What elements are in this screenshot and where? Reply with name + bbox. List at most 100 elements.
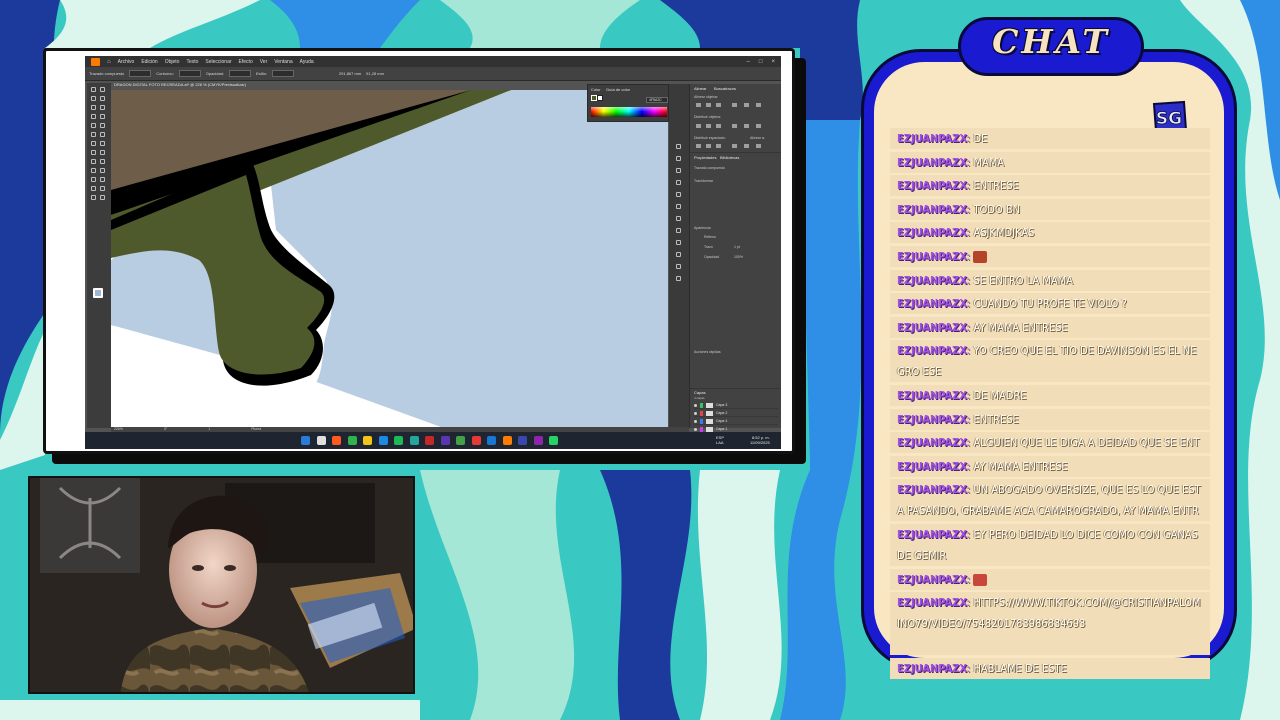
- taskbar-app-icon[interactable]: [378, 436, 388, 445]
- style-dropdown[interactable]: [271, 70, 294, 77]
- tool-icon[interactable]: [91, 87, 96, 92]
- menu-seleccionar[interactable]: Seleccionar: [205, 59, 231, 65]
- taskbar-app-icon[interactable]: [332, 436, 341, 445]
- align-option-icon[interactable]: [696, 103, 701, 107]
- taskbar-app-icon[interactable]: [316, 436, 326, 445]
- layer-row[interactable]: Capa 3: [694, 402, 778, 409]
- tool-icon[interactable]: [100, 195, 105, 200]
- align-option-icon[interactable]: [756, 103, 761, 107]
- panel-shortcut-icon[interactable]: [676, 144, 681, 149]
- taskbar-app-icon[interactable]: [409, 436, 419, 445]
- tool-icon[interactable]: [100, 150, 105, 155]
- panel-shortcut-icon[interactable]: [676, 276, 681, 281]
- artboard-number[interactable]: 1: [208, 427, 210, 431]
- tool-icon[interactable]: [100, 105, 105, 110]
- tool-icon[interactable]: [91, 114, 96, 119]
- opacity-value[interactable]: 100%: [734, 255, 743, 259]
- visibility-eye-icon[interactable]: [694, 419, 697, 423]
- panel-shortcut-icon[interactable]: [676, 204, 681, 209]
- menu-texto[interactable]: Texto: [186, 59, 198, 65]
- tool-icon[interactable]: [100, 177, 105, 182]
- align-option-icon[interactable]: [706, 144, 711, 148]
- taskbar-app-icon[interactable]: [456, 436, 465, 445]
- taskbar-app-icon[interactable]: [471, 436, 481, 445]
- tool-icon[interactable]: [91, 96, 96, 101]
- tool-icon[interactable]: [91, 186, 96, 191]
- taskbar-app-icon[interactable]: [440, 436, 450, 445]
- zoom-level[interactable]: 226%: [114, 427, 123, 431]
- panel-shortcut-icon[interactable]: [676, 156, 681, 161]
- fill-swatch[interactable]: [129, 70, 152, 77]
- align-option-icon[interactable]: [716, 103, 721, 107]
- align-option-icon[interactable]: [696, 144, 701, 148]
- maximize-icon[interactable]: □: [759, 59, 763, 65]
- align-option-icon[interactable]: [732, 124, 737, 128]
- panel-shortcut-icon[interactable]: [676, 240, 681, 245]
- menu-edicion[interactable]: Edición: [141, 59, 157, 65]
- align-option-icon[interactable]: [696, 124, 701, 128]
- align-option-icon[interactable]: [744, 103, 749, 107]
- tool-icon[interactable]: [91, 123, 96, 128]
- panel-shortcut-icon[interactable]: [676, 228, 681, 233]
- align-option-icon[interactable]: [744, 124, 749, 128]
- rotation-angle[interactable]: 0°: [164, 427, 167, 431]
- taskbar-app-icon[interactable]: [425, 436, 434, 445]
- panel-shortcut-icon[interactable]: [676, 180, 681, 185]
- visibility-eye-icon[interactable]: [694, 411, 697, 415]
- tab-align[interactable]: Alinear: [694, 86, 706, 91]
- tab-pathfinder[interactable]: Buscatrazos: [714, 86, 736, 91]
- align-option-icon[interactable]: [706, 124, 711, 128]
- tool-icon[interactable]: [100, 96, 105, 101]
- panel-shortcut-icon[interactable]: [676, 216, 681, 221]
- tool-icon[interactable]: [91, 150, 96, 155]
- tool-icon[interactable]: [100, 87, 105, 92]
- tab-layers[interactable]: Capas: [694, 390, 706, 395]
- tool-icon[interactable]: [91, 132, 96, 137]
- visibility-eye-icon[interactable]: [694, 403, 697, 407]
- artboard-canvas[interactable]: [111, 90, 668, 427]
- system-clock[interactable]: 8:52 p. m. 11/09/2025: [750, 435, 770, 445]
- tab-color[interactable]: Color: [591, 87, 601, 92]
- stroke-dropdown[interactable]: [178, 70, 201, 77]
- tool-icon[interactable]: [91, 141, 96, 146]
- menu-ver[interactable]: Ver: [260, 59, 268, 65]
- document-tab[interactable]: DRAGON DIGITAL FOTO RECREADA.ai* @ 226 %…: [111, 81, 283, 89]
- tool-icon[interactable]: [91, 177, 96, 182]
- align-option-icon[interactable]: [716, 124, 721, 128]
- width-field[interactable]: 291,867 mm: [339, 71, 361, 76]
- align-option-icon[interactable]: [756, 144, 761, 148]
- taskbar-app-icon[interactable]: [394, 436, 403, 445]
- height-field[interactable]: 91,28 mm: [366, 71, 384, 76]
- tool-icon[interactable]: [100, 141, 105, 146]
- panel-shortcut-icon[interactable]: [676, 264, 681, 269]
- tool-icon[interactable]: [100, 186, 105, 191]
- tool-icon[interactable]: [100, 159, 105, 164]
- minimize-icon[interactable]: –: [747, 59, 750, 65]
- tool-icon[interactable]: [100, 168, 105, 173]
- panel-shortcut-icon[interactable]: [676, 168, 681, 173]
- layer-row[interactable]: Capa 2: [694, 410, 778, 417]
- taskbar-app-icon[interactable]: [549, 436, 558, 445]
- fill-stroke-icon[interactable]: [93, 288, 103, 298]
- hex-field[interactable]: 4F5A2C: [646, 97, 668, 103]
- align-option-icon[interactable]: [732, 144, 737, 148]
- menu-objeto[interactable]: Objeto: [165, 59, 180, 65]
- taskbar-app-icon[interactable]: [487, 436, 496, 445]
- panel-shortcut-icon[interactable]: [676, 192, 681, 197]
- tool-icon[interactable]: [91, 195, 96, 200]
- menu-archivo[interactable]: Archivo: [118, 59, 135, 65]
- taskbar-app-icon[interactable]: [347, 436, 357, 445]
- windows-start-icon[interactable]: [301, 436, 310, 445]
- tab-libraries[interactable]: Bibliotecas: [720, 155, 739, 160]
- panel-shortcut-icon[interactable]: [676, 252, 681, 257]
- menu-ventana[interactable]: Ventana: [274, 59, 292, 65]
- tab-properties[interactable]: Propiedades: [694, 155, 716, 160]
- stroke-weight-value[interactable]: 1 pt: [734, 245, 740, 249]
- layer-row[interactable]: Capa 4: [694, 418, 778, 425]
- color-spectrum[interactable]: [591, 107, 667, 117]
- tool-icon[interactable]: [91, 105, 96, 110]
- stroke-color-swatch[interactable]: [597, 95, 603, 101]
- menu-ayuda[interactable]: Ayuda: [300, 59, 314, 65]
- taskbar-app-icon[interactable]: [533, 436, 543, 445]
- tool-icon[interactable]: [91, 168, 96, 173]
